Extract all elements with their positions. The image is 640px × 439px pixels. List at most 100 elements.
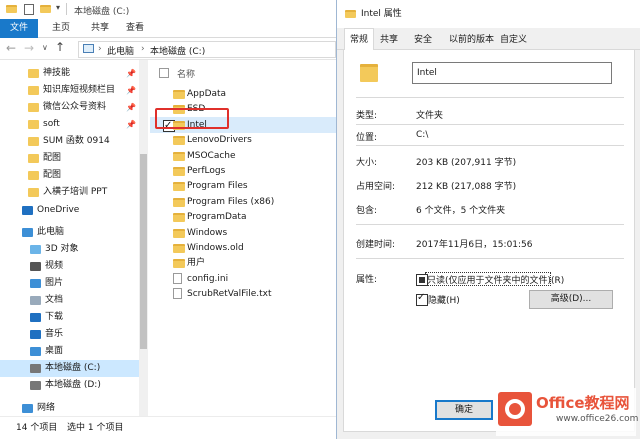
nav-item[interactable]: 文档 [0, 292, 139, 309]
nav-item[interactable]: 图片 [0, 275, 139, 292]
file-list-item[interactable]: AppData [150, 86, 336, 102]
nav-item-label: SUM 函数 0914 [43, 136, 110, 146]
nav-item[interactable]: 视频 [0, 258, 139, 275]
nav-item[interactable]: 本地磁盘 (D:) [0, 377, 139, 394]
nav-item[interactable]: 知识库短视频栏目 📌 [0, 82, 139, 99]
hidden-checkbox[interactable]: ✓ [416, 292, 428, 306]
breadcrumb-this-pc[interactable]: 此电脑 [107, 44, 134, 57]
file-name: AppData [187, 89, 227, 99]
file-list-item[interactable]: Program Files [150, 178, 336, 194]
tab-sharing[interactable]: 共享 [380, 31, 398, 50]
ok-button[interactable]: 确定 [435, 400, 493, 420]
location-label: 位置: [356, 133, 378, 143]
separator [356, 224, 624, 225]
nav-item[interactable]: OneDrive [0, 202, 139, 219]
properties-quick-icon[interactable] [24, 4, 34, 15]
pin-icon[interactable]: 📌 [126, 65, 136, 82]
pin-icon[interactable]: 📌 [126, 116, 136, 133]
tab-previous-versions[interactable]: 以前的版本 [449, 31, 494, 50]
intel-highlight-box [155, 108, 229, 129]
file-list-item[interactable]: LenovoDrivers [150, 132, 336, 148]
quick-access-dropdown-icon[interactable]: ▾ [56, 3, 60, 12]
folder-name-input[interactable]: Intel [412, 62, 612, 84]
size-label: 大小: [356, 158, 378, 168]
file-list-item[interactable]: PerfLogs [150, 163, 336, 179]
nav-item-label: 文档 [45, 295, 64, 305]
folder-icon [173, 229, 185, 238]
nav-item[interactable]: soft 📌 [0, 116, 139, 133]
tab-share[interactable]: 共享 [91, 19, 109, 38]
advanced-button[interactable]: 高级(D)... [529, 290, 613, 309]
nav-item[interactable]: 此电脑 [0, 224, 139, 241]
folder-icon [173, 198, 185, 207]
nav-item-label: soft [43, 119, 60, 129]
size-on-disk-label: 占用空间: [356, 182, 396, 192]
nav-item-label: 音乐 [45, 329, 64, 339]
nav-item[interactable]: 神技能 📌 [0, 65, 139, 82]
file-list-item[interactable]: Windows [150, 225, 336, 241]
breadcrumb-local-disk-c[interactable]: 本地磁盘 (C:) [150, 44, 205, 57]
nav-item[interactable]: 桌面 [0, 343, 139, 360]
forward-arrow-icon[interactable]: → [24, 41, 34, 55]
nav-item[interactable]: 入横子培训 PPT [0, 184, 139, 201]
tab-home[interactable]: 主页 [52, 19, 70, 38]
desktop-icon [30, 347, 41, 356]
tab-general[interactable]: 常规 [344, 28, 374, 50]
dialog-title-bar: Intel 属性 [337, 0, 640, 28]
file-list-item[interactable]: 用户 [150, 255, 336, 271]
nav-item[interactable]: 下载 [0, 309, 139, 326]
folder-icon [173, 182, 185, 191]
new-folder-quick-icon[interactable] [40, 5, 51, 13]
nav-item-label: 桌面 [45, 346, 64, 356]
file-list-item[interactable]: ScrubRetValFile.txt [150, 286, 336, 302]
file-name: ScrubRetValFile.txt [187, 289, 272, 299]
nav-item[interactable]: 3D 对象 [0, 241, 139, 258]
file-name: PerfLogs [187, 166, 226, 176]
folder-icon [173, 259, 185, 268]
file-name: Windows [187, 228, 228, 238]
file-name: LenovoDrivers [187, 135, 252, 145]
file-name: Program Files [187, 181, 248, 191]
pin-icon[interactable]: 📌 [126, 82, 136, 99]
tab-customize[interactable]: 自定义 [500, 31, 527, 50]
file-list-item[interactable]: Windows.old [150, 240, 336, 256]
nav-item[interactable]: 配图 [0, 167, 139, 184]
address-bar[interactable]: › 此电脑 › 本地磁盘 (C:) [78, 41, 336, 58]
column-header-name[interactable]: 名称 [177, 67, 195, 80]
nav-item[interactable]: 音乐 [0, 326, 139, 343]
file-name: MSOCache [187, 151, 236, 161]
ribbon [0, 19, 336, 38]
pin-icon[interactable]: 📌 [126, 99, 136, 116]
network-icon [22, 404, 33, 413]
recent-locations-chevron-icon[interactable]: ∨ [42, 43, 48, 52]
folder-icon [173, 213, 185, 222]
explorer-title-bar: ▾ 本地磁盘 (C:) [0, 0, 336, 19]
nav-item[interactable]: 微信公众号资料 📌 [0, 99, 139, 116]
document-icon [30, 296, 41, 305]
tab-security[interactable]: 安全 [414, 31, 432, 50]
nav-item[interactable]: 配图 [0, 150, 139, 167]
nav-item[interactable]: 网络 [0, 400, 139, 417]
file-list-item[interactable]: MSOCache [150, 148, 336, 164]
folder-icon [28, 137, 39, 146]
file-list-item[interactable]: config.ini [150, 271, 336, 287]
back-arrow-icon[interactable]: ← [6, 41, 16, 55]
file-list-item[interactable]: Program Files (x86) [150, 194, 336, 210]
size-value: 203 KB (207,911 字节) [416, 158, 517, 168]
folder-icon [173, 244, 185, 253]
nav-item[interactable]: SUM 函数 0914 [0, 133, 139, 150]
file-list-item[interactable]: ProgramData [150, 209, 336, 225]
tab-file[interactable]: 文件 [0, 19, 38, 38]
up-arrow-icon[interactable]: ↑ [55, 40, 65, 54]
drive-icon [30, 381, 41, 390]
select-all-checkbox[interactable] [159, 68, 169, 78]
folder-icon [28, 120, 39, 129]
tab-view[interactable]: 查看 [126, 19, 144, 38]
navigation-scrollbar-thumb[interactable] [140, 154, 147, 349]
nav-item-label: 本地磁盘 (D:) [45, 380, 101, 390]
nav-item[interactable]: 本地磁盘 (C:) [0, 360, 139, 377]
computer-icon [83, 44, 94, 53]
nav-item-label: OneDrive [37, 205, 80, 215]
nav-item-label: 神技能 [43, 68, 71, 78]
separator [356, 97, 624, 98]
